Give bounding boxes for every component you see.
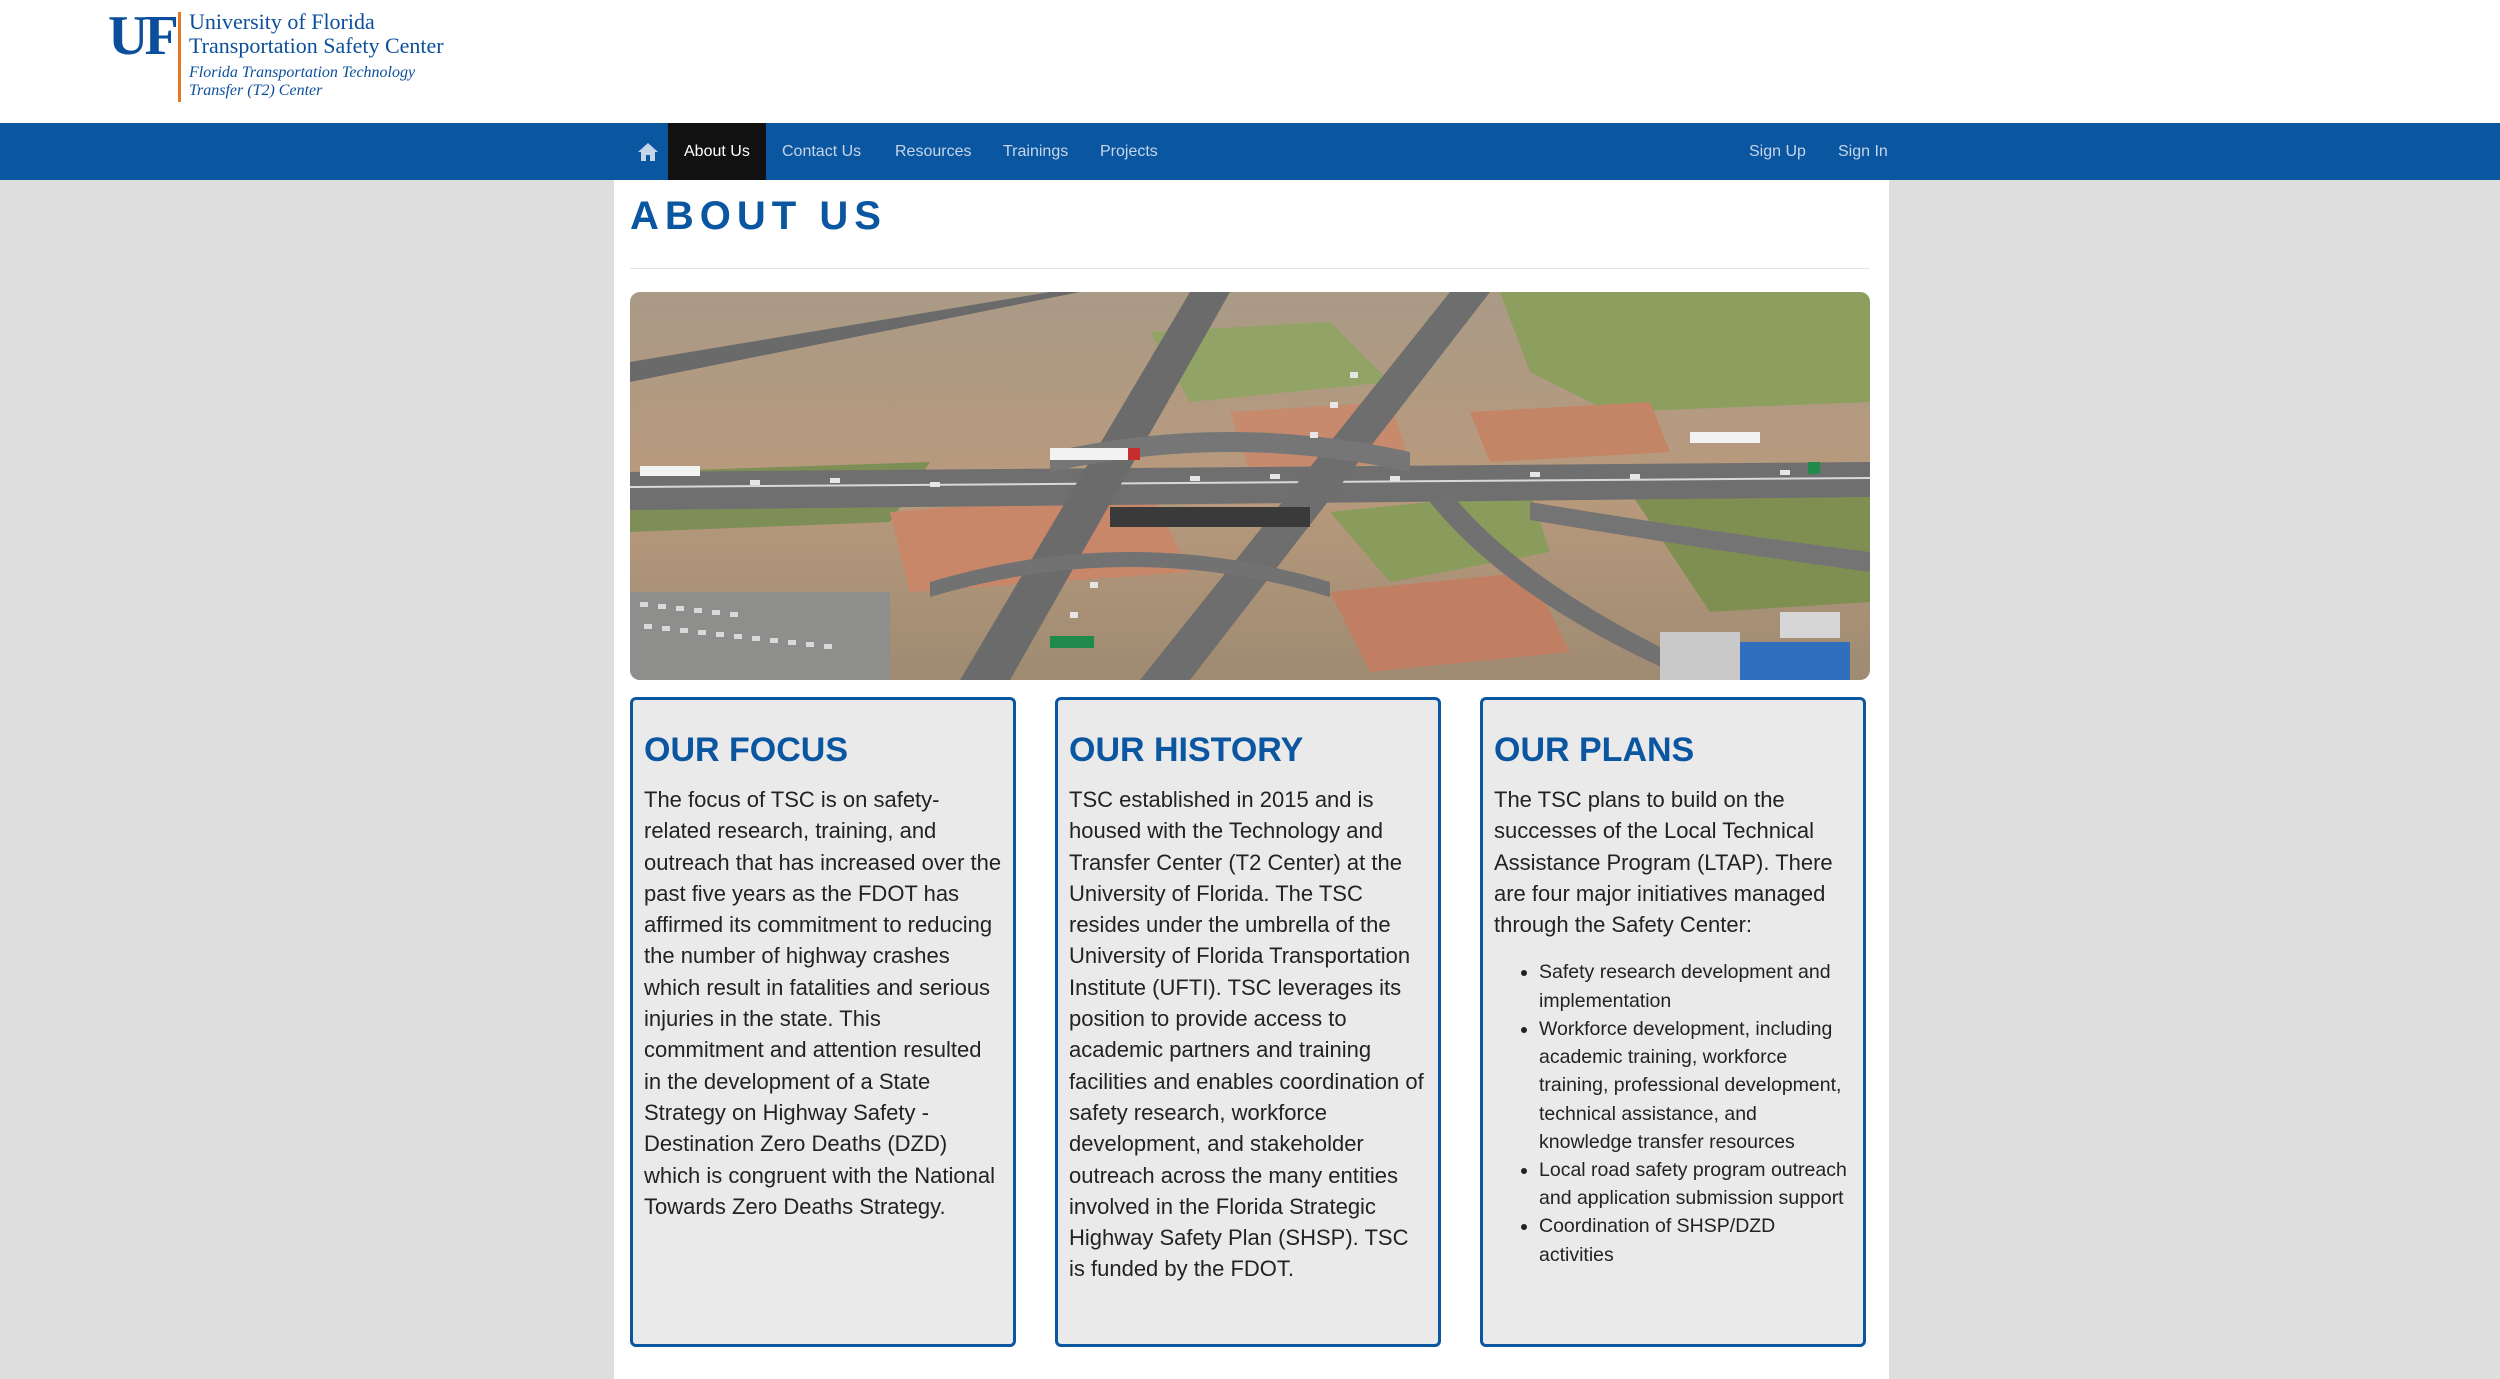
site-header: UF University of Florida Transportation … <box>0 0 2500 123</box>
logo-university-name: University of Florida <box>189 9 375 34</box>
card-title: OUR HISTORY <box>1069 731 1304 769</box>
nav-home-link[interactable] <box>624 123 672 180</box>
card-title: OUR PLANS <box>1494 731 1695 769</box>
logo-subtitle-line1: Florida Transportation Technology <box>189 64 416 81</box>
card-our-focus: OUR FOCUS The focus of TSC is on safety-… <box>630 697 1016 1347</box>
list-item: Safety research development and implemen… <box>1539 958 1852 1014</box>
logo-subtitle-line2: Transfer (T2) Center <box>189 82 323 99</box>
card-title: OUR FOCUS <box>644 731 848 769</box>
page-title: ABOUT US <box>630 194 887 238</box>
main-content: ABOUT US OUR FOCUS The focus of TSC is o… <box>614 180 1889 1379</box>
list-item: Coordination of SHSP/DZD activities <box>1539 1212 1852 1268</box>
logo-divider <box>178 12 181 102</box>
hero-image-highway-interchange <box>630 292 1870 680</box>
card-body: The TSC plans to build on the successes … <box>1494 787 1833 938</box>
nav-trainings[interactable]: Trainings <box>987 123 1084 180</box>
main-navbar: About Us Contact Us Resources Trainings … <box>0 123 2500 180</box>
card-body: TSC established in 2015 and is housed wi… <box>1069 787 1424 1282</box>
logo-center-name: Transportation Safety Center <box>189 33 444 58</box>
nav-sign-in[interactable]: Sign In <box>1822 123 1904 180</box>
uf-logo-mark: UF <box>108 5 179 67</box>
nav-projects[interactable]: Projects <box>1084 123 1174 180</box>
home-icon <box>638 142 658 161</box>
nav-contact-us[interactable]: Contact Us <box>766 123 877 180</box>
nav-sign-up[interactable]: Sign Up <box>1733 123 1822 180</box>
list-item: Workforce development, including academi… <box>1539 1015 1852 1156</box>
highway-interchange-illustration <box>630 292 1870 680</box>
card-body: The focus of TSC is on safety-related re… <box>644 787 1002 1219</box>
navbar-inner: About Us Contact Us Resources Trainings … <box>614 123 1889 180</box>
uf-tsc-logo[interactable]: UF University of Florida Transportation … <box>108 5 488 103</box>
card-our-history: OUR HISTORY TSC established in 2015 and … <box>1055 697 1441 1347</box>
nav-resources[interactable]: Resources <box>879 123 987 180</box>
initiatives-list: Safety research development and implemen… <box>1494 958 1852 1268</box>
list-item: Local road safety program outreach and a… <box>1539 1156 1852 1212</box>
title-divider <box>630 268 1870 269</box>
nav-about-us[interactable]: About Us <box>668 123 766 180</box>
card-our-plans: OUR PLANS The TSC plans to build on the … <box>1480 697 1866 1347</box>
